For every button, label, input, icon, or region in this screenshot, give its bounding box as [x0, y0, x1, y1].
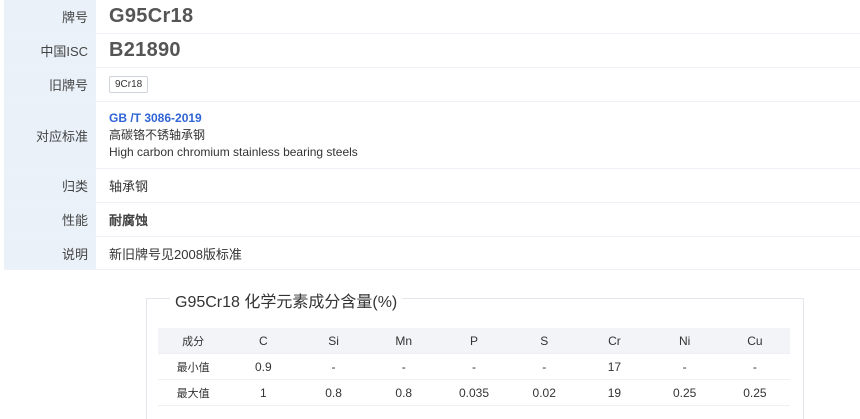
property-row: 性能 耐腐蚀 — [4, 203, 860, 237]
chemistry-header-row: 成分 C Si Mn P S Cr Ni Cu — [158, 328, 790, 354]
max-value-cell: 0.8 — [298, 379, 369, 406]
category-row: 归类 轴承钢 — [4, 169, 860, 203]
min-value-cell: - — [719, 353, 790, 380]
min-value-cell: 17 — [579, 353, 650, 380]
standard-name-cn: 高碳铬不锈轴承钢 — [109, 127, 206, 142]
table-row: 最小值 0.9 - - - - 17 - - — [158, 353, 790, 380]
grade-value: G95Cr18 — [109, 5, 194, 27]
old-grade-row: 旧牌号 9Cr18 — [4, 68, 860, 102]
max-value-cell: 0.035 — [438, 379, 510, 406]
min-value-cell: - — [509, 353, 580, 380]
isc-row: 中国ISC B21890 — [4, 34, 860, 68]
chemistry-header-label: 成分 — [158, 328, 229, 354]
element-header: Cr — [579, 328, 650, 354]
max-value-cell: 1 — [228, 379, 299, 406]
max-value-cell: 0.8 — [368, 379, 439, 406]
chemistry-title: G95Cr18 化学元素成分含量(%) — [170, 288, 403, 312]
property-label: 性能 — [4, 203, 96, 236]
note-label: 说明 — [4, 237, 96, 269]
max-value-cell: 0.25 — [719, 379, 790, 406]
min-value-cell: - — [649, 353, 720, 380]
table-row: 最大值 1 0.8 0.8 0.035 0.02 19 0.25 0.25 — [158, 379, 790, 406]
isc-value: B21890 — [109, 39, 181, 61]
element-header: Ni — [649, 328, 720, 354]
element-header: P — [438, 328, 510, 354]
min-value-cell: - — [298, 353, 369, 380]
grade-label: 牌号 — [4, 0, 96, 33]
min-value-cell: - — [438, 353, 510, 380]
standard-code-link[interactable]: GB /T 3086-2019 — [109, 110, 358, 127]
element-header: Cu — [719, 328, 790, 354]
old-grade-tag: 9Cr18 — [109, 76, 149, 93]
standard-name-en: High carbon chromium stainless bearing s… — [109, 144, 358, 159]
category-value: 轴承钢 — [109, 179, 149, 194]
note-row: 说明 新旧牌号见2008版标准 — [4, 237, 860, 270]
element-header: Mn — [368, 328, 439, 354]
standard-block: GB /T 3086-2019 高碳铬不锈轴承钢 High carbon chr… — [109, 110, 358, 161]
min-value-cell: 0.9 — [228, 353, 299, 380]
isc-label: 中国ISC — [4, 34, 96, 67]
old-grade-label: 旧牌号 — [4, 68, 96, 101]
grade-row: 牌号 G95Cr18 — [4, 0, 860, 34]
max-row-label: 最大值 — [158, 379, 229, 406]
element-header: Si — [298, 328, 369, 354]
element-header: S — [509, 328, 580, 354]
material-info-table: 牌号 G95Cr18 中国ISC B21890 旧牌号 9Cr18 对应标准 G… — [4, 0, 860, 270]
property-value: 耐腐蚀 — [109, 213, 149, 228]
max-value-cell: 19 — [579, 379, 650, 406]
note-value: 新旧牌号见2008版标准 — [109, 246, 242, 262]
category-label: 归类 — [4, 169, 96, 202]
min-row-label: 最小值 — [158, 353, 229, 380]
max-value-cell: 0.25 — [649, 379, 720, 406]
min-value-cell: - — [368, 353, 439, 380]
element-header: C — [228, 328, 299, 354]
standard-row: 对应标准 GB /T 3086-2019 高碳铬不锈轴承钢 High carbo… — [4, 102, 860, 169]
max-value-cell: 0.02 — [509, 379, 580, 406]
chemistry-table: 成分 C Si Mn P S Cr Ni Cu 最小值 0.9 - - - - … — [158, 328, 790, 406]
standard-label: 对应标准 — [4, 102, 96, 168]
